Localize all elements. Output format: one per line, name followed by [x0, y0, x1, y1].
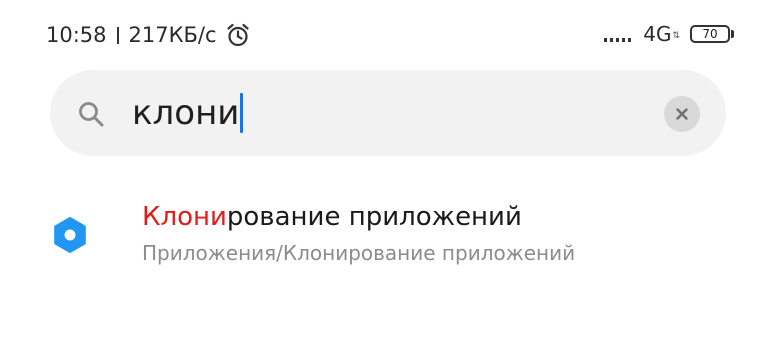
- status-right: 4G ⇅ 70: [604, 22, 734, 46]
- status-left: 10:58 217КБ/с: [46, 22, 251, 48]
- status-network-speed: 217КБ/с: [128, 23, 217, 47]
- close-icon: [676, 108, 688, 120]
- data-arrows-icon: ⇅: [672, 31, 680, 41]
- result-subtitle: Приложения/Клонирование приложений: [142, 241, 576, 265]
- status-time: 10:58: [46, 23, 107, 47]
- search-input[interactable]: клони: [132, 90, 244, 136]
- result-title-rest: рование приложений: [226, 202, 522, 232]
- search-bar[interactable]: клони: [50, 70, 726, 156]
- network-type: 4G ⇅: [643, 22, 680, 46]
- battery-icon: 70: [690, 25, 734, 43]
- gear-icon: [54, 217, 86, 253]
- battery-tip: [731, 30, 734, 38]
- status-bar: 10:58 217КБ/с 4G ⇅ 70: [0, 0, 776, 60]
- alarm-icon: [226, 23, 249, 47]
- status-separator: [116, 26, 119, 44]
- battery-level: 70: [690, 25, 730, 43]
- settings-search-screen: 10:58 217КБ/с 4G ⇅ 70 клони Клонирование…: [0, 0, 776, 338]
- text-caret: [240, 93, 244, 133]
- result-title-match: Клони: [142, 202, 227, 232]
- search-icon: [79, 102, 104, 127]
- search-result-item[interactable]: Клонирование приложений Приложения/Клони…: [0, 186, 776, 286]
- search-input-value: клони: [132, 93, 240, 133]
- result-title: Клонирование приложений: [142, 200, 522, 234]
- clear-search-button[interactable]: [664, 96, 700, 132]
- network-type-label: 4G: [643, 22, 672, 46]
- signal-icon: [604, 26, 632, 42]
